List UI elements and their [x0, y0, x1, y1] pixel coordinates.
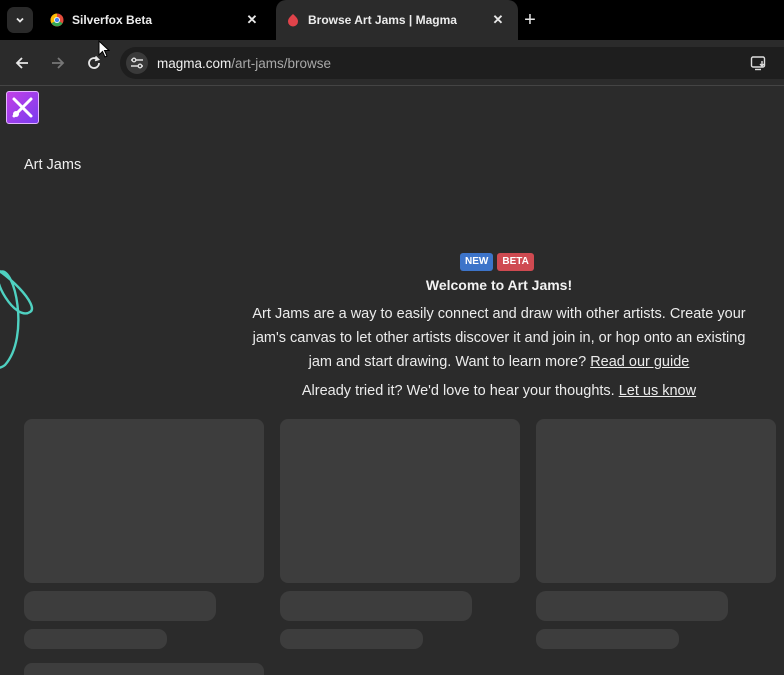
- brush-tools-icon: [12, 97, 33, 118]
- url-text[interactable]: magma.com/art-jams/browse: [157, 56, 331, 71]
- close-tab-icon[interactable]: ✕: [490, 12, 506, 28]
- back-button[interactable]: [10, 51, 34, 75]
- site-info-button[interactable]: [126, 52, 148, 74]
- skeleton-title-line: [24, 591, 216, 621]
- browser-toolbar: magma.com/art-jams/browse: [0, 40, 784, 86]
- feedback-prompt: Already tried it? We'd love to hear your…: [250, 383, 748, 399]
- jam-card-skeleton: [24, 419, 264, 583]
- tab-search-button[interactable]: [7, 7, 33, 33]
- welcome-heading: Welcome to Art Jams!: [425, 277, 573, 293]
- tab-title: Browse Art Jams | Magma: [308, 13, 457, 27]
- tab-silverfox-beta[interactable]: Silverfox Beta ✕: [40, 0, 272, 40]
- magma-favicon-icon: [288, 14, 298, 27]
- chrome-icon: [50, 13, 64, 27]
- new-badge: NEW: [460, 253, 494, 271]
- tab-browse-art-jams[interactable]: Browse Art Jams | Magma ✕: [276, 0, 518, 40]
- url-path: /art-jams/browse: [231, 56, 332, 71]
- feedback-text: Already tried it? We'd love to hear your…: [301, 383, 615, 399]
- skeleton-title-line: [536, 591, 728, 621]
- jam-card-skeleton: [536, 419, 776, 583]
- read-guide-link[interactable]: Read our guide: [590, 354, 689, 370]
- install-app-icon[interactable]: [750, 55, 768, 71]
- forward-button[interactable]: [46, 51, 70, 75]
- magma-logo[interactable]: [6, 91, 39, 124]
- mouse-cursor-icon: [98, 40, 110, 58]
- address-bar[interactable]: magma.com/art-jams/browse: [120, 47, 784, 79]
- new-tab-button[interactable]: +: [518, 8, 542, 32]
- let-us-know-link[interactable]: Let us know: [619, 383, 696, 399]
- page-content: Art Jams NEW BETA Welcome to Art Jams! A…: [0, 87, 784, 675]
- url-host: magma.com: [157, 56, 232, 71]
- intro-description: Art Jams are a way to easily connect and…: [246, 302, 752, 374]
- arrow-right-icon: [52, 57, 65, 69]
- page-title: Art Jams: [24, 157, 82, 173]
- skeleton-subtitle-line: [280, 629, 423, 649]
- skeleton-subtitle-line: [536, 629, 679, 649]
- chevron-down-icon: [16, 17, 24, 23]
- arrow-left-icon: [15, 57, 28, 69]
- jam-card-skeleton: [24, 663, 264, 675]
- skeleton-subtitle-line: [24, 629, 167, 649]
- beta-badge: BETA: [497, 253, 534, 271]
- badge-group: NEW BETA: [460, 253, 534, 271]
- tune-icon: [131, 57, 143, 69]
- tab-strip: Silverfox Beta ✕ Browse Art Jams | Magma…: [0, 0, 784, 40]
- skeleton-title-line: [280, 591, 472, 621]
- jam-card-skeleton: [280, 419, 520, 583]
- tab-title: Silverfox Beta: [72, 13, 153, 27]
- decorative-swirl: [0, 270, 34, 369]
- close-tab-icon[interactable]: ✕: [244, 12, 260, 28]
